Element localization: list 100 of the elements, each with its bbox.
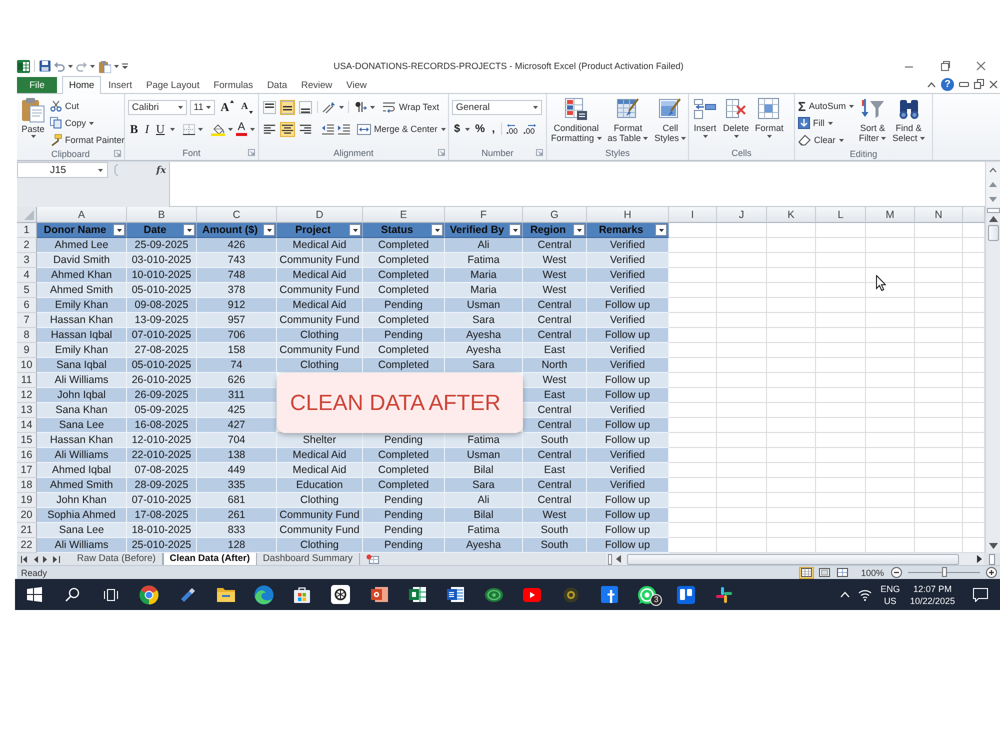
row-number[interactable]: 18 <box>17 478 37 493</box>
split-handle-icon[interactable] <box>608 554 612 564</box>
scroll-thumb[interactable] <box>627 554 959 564</box>
scroll-down-icon[interactable] <box>989 197 997 202</box>
ribbon-tab[interactable]: Formulas <box>206 76 260 93</box>
insert-sheet-icon[interactable] <box>366 554 379 564</box>
chrome-icon[interactable] <box>139 584 160 604</box>
oval-app-icon[interactable] <box>484 586 504 602</box>
filter-button[interactable] <box>509 224 521 236</box>
row-number[interactable]: 3 <box>17 253 37 268</box>
view-button[interactable] <box>834 566 850 578</box>
hash-app-icon[interactable] <box>715 586 734 604</box>
previous-sheet-icon[interactable] <box>33 556 38 562</box>
paint-bucket-icon[interactable] <box>210 122 225 136</box>
ribbon-tab[interactable]: Insert <box>101 76 140 93</box>
scroll-thumb[interactable] <box>988 225 998 241</box>
copy-button[interactable]: Copy <box>50 115 125 131</box>
language-label[interactable]: ENG <box>880 582 900 594</box>
last-sheet-icon[interactable] <box>53 556 60 562</box>
column-letter[interactable]: D <box>277 207 363 223</box>
increase-indent-icon[interactable] <box>337 124 350 134</box>
spreadsheet-app-icon[interactable] <box>408 585 427 604</box>
scroll-up-icon[interactable] <box>989 182 997 188</box>
merge-center-button[interactable]: Merge & Center <box>357 121 446 137</box>
align-button[interactable] <box>262 122 277 136</box>
shrink-font-button[interactable]: A <box>239 100 255 114</box>
column-letter[interactable]: N <box>915 207 963 223</box>
column-letter[interactable]: K <box>767 207 816 223</box>
task-view-icon[interactable] <box>102 588 119 602</box>
grow-font-button[interactable]: A <box>218 100 236 114</box>
region-label[interactable]: US <box>884 594 896 606</box>
decrease-decimal-icon[interactable] <box>522 124 537 134</box>
decrease-indent-icon[interactable] <box>321 124 334 134</box>
collapse-ribbon-icon[interactable] <box>927 80 936 88</box>
column-letter[interactable]: A <box>37 207 127 223</box>
comma-button[interactable]: , <box>490 122 497 136</box>
styles-button[interactable]: Cell Styles <box>653 97 688 146</box>
row-number[interactable]: 14 <box>17 418 37 433</box>
clock-date[interactable]: 10/22/2025 <box>910 594 955 606</box>
font-size-field[interactable]: 11 <box>190 100 216 114</box>
row-number[interactable]: 12 <box>17 388 37 403</box>
folder-icon[interactable] <box>216 586 236 603</box>
autosum-button[interactable]: Σ AutoSum <box>798 98 854 114</box>
paste-button[interactable]: Paste <box>20 97 46 148</box>
column-letter[interactable]: G <box>523 207 587 223</box>
cells-button[interactable]: Delete <box>722 97 750 146</box>
column-letter[interactable]: F <box>445 207 523 223</box>
next-sheet-icon[interactable] <box>43 556 48 562</box>
name-box[interactable]: J15 <box>17 162 108 178</box>
row-number[interactable]: 16 <box>17 448 37 463</box>
row-number[interactable]: 21 <box>17 523 37 538</box>
row-number[interactable]: 13 <box>17 403 37 418</box>
align-button[interactable] <box>298 122 313 136</box>
insert-function-button[interactable]: fx <box>156 164 166 176</box>
scroll-right-icon[interactable] <box>977 555 982 563</box>
bold-button[interactable]: B <box>128 122 140 136</box>
row-number[interactable]: 11 <box>17 373 37 388</box>
row-number[interactable]: 1 <box>17 223 37 238</box>
underline-button[interactable]: U <box>154 122 167 136</box>
wifi-icon[interactable] <box>858 588 872 600</box>
align-button[interactable] <box>262 100 277 114</box>
restore-workbook-icon[interactable] <box>974 79 984 89</box>
sort-filter-button[interactable]: Sort & Filter <box>858 97 888 148</box>
filter-button[interactable] <box>263 224 275 236</box>
row-number[interactable]: 5 <box>17 283 37 298</box>
restore-icon[interactable] <box>940 61 950 71</box>
filter-button[interactable] <box>113 224 125 236</box>
minimize-workbook-icon[interactable] <box>959 80 969 88</box>
cut-button[interactable]: Cut <box>50 98 125 114</box>
scroll-up-icon[interactable] <box>988 216 998 222</box>
text-orientation-icon[interactable] <box>322 100 336 114</box>
align-button[interactable] <box>280 122 295 136</box>
slider-thumb[interactable] <box>942 567 947 577</box>
sheet-tab[interactable]: Clean Data (After) <box>162 553 257 565</box>
column-letter[interactable]: E <box>363 207 445 223</box>
round-app-icon[interactable] <box>562 586 579 602</box>
chevron-up-icon[interactable] <box>840 591 850 598</box>
video-play-icon[interactable] <box>523 588 542 602</box>
align-button[interactable] <box>280 100 295 114</box>
column-letter[interactable]: M <box>866 207 915 223</box>
customize-caret-icon[interactable] <box>122 63 128 69</box>
font-color-button[interactable]: A <box>236 122 248 136</box>
clock-time[interactable]: 12:07 PM <box>913 582 952 594</box>
ribbon-tab[interactable]: Page Layout <box>139 76 206 93</box>
close-icon[interactable] <box>976 61 986 71</box>
cells-button[interactable]: Insert <box>692 97 718 146</box>
cells-button[interactable]: Format <box>754 97 785 146</box>
wheel-app-icon[interactable] <box>331 585 350 604</box>
zoom-out-icon[interactable] <box>891 567 902 578</box>
row-number[interactable]: 15 <box>17 433 37 448</box>
filter-button[interactable] <box>655 224 667 236</box>
spreadsheet-logo-icon[interactable] <box>17 60 30 72</box>
row-number[interactable]: 19 <box>17 493 37 508</box>
filter-button[interactable] <box>349 224 361 236</box>
font-name-field[interactable]: Calibri <box>128 100 187 114</box>
row-number[interactable]: 4 <box>17 268 37 283</box>
document-app-icon[interactable] <box>446 585 466 604</box>
clear-button[interactable]: Clear <box>798 132 854 148</box>
percent-button[interactable]: % <box>473 122 487 136</box>
dialog-launcher-icon[interactable] <box>536 149 543 156</box>
